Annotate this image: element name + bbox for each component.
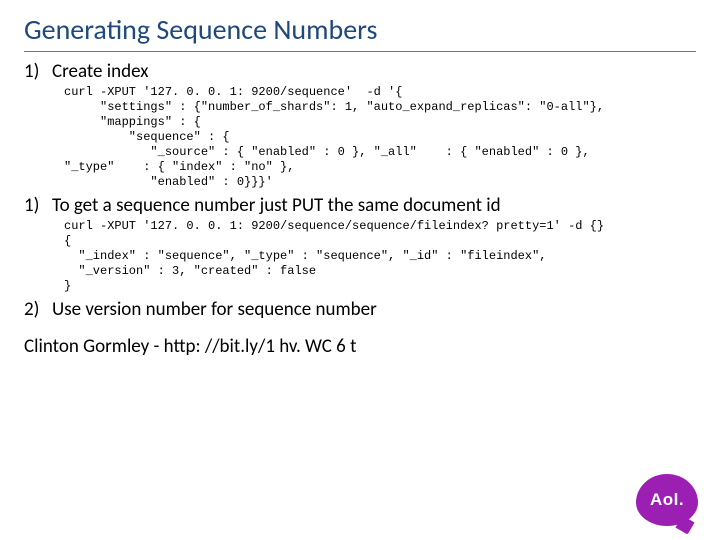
list-item: 2) Use version number for sequence numbe…	[24, 298, 696, 321]
list-text: Create index	[52, 60, 696, 83]
code-block-create-index: curl -XPUT '127. 0. 0. 1: 9200/sequence'…	[64, 85, 696, 190]
logo-text: Aol.	[650, 491, 684, 508]
aol-logo: Aol.	[636, 474, 698, 526]
speech-bubble-icon: Aol.	[636, 474, 698, 526]
page-title: Generating Sequence Numbers	[24, 12, 696, 52]
list-item: 1) Create index	[24, 60, 696, 83]
list-number: 1)	[24, 60, 52, 83]
list-text: To get a sequence number just PUT the sa…	[52, 194, 696, 217]
code-block-put-document: curl -XPUT '127. 0. 0. 1: 9200/sequence/…	[64, 219, 696, 294]
list-number: 2)	[24, 298, 52, 321]
list-text: Use version number for sequence number	[52, 298, 696, 321]
list-number: 1)	[24, 194, 52, 217]
list-item: 1) To get a sequence number just PUT the…	[24, 194, 696, 217]
author-line: Clinton Gormley - http: //bit.ly/1 hv. W…	[24, 335, 696, 358]
slide: Generating Sequence Numbers 1) Create in…	[0, 0, 720, 540]
